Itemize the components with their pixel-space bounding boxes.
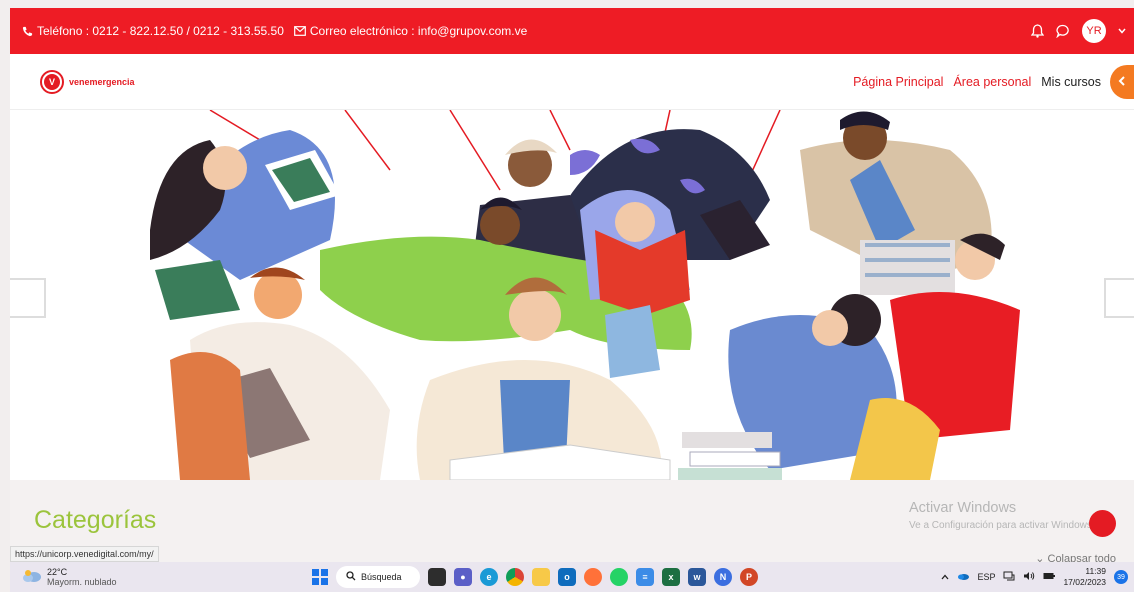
notification-badge[interactable]: 39 <box>1114 570 1128 584</box>
word-icon[interactable]: w <box>688 568 706 586</box>
categories-heading: Categorías <box>34 506 157 534</box>
contact-info: Teléfono : 0212 - 822.12.50 / 0212 - 313… <box>10 24 527 38</box>
system-tray: ESP 11:39 17/02/2023 39 <box>941 566 1134 588</box>
activate-title: Activar Windows <box>909 500 1017 516</box>
logo-mark: V <box>40 69 64 94</box>
phone-icon <box>22 26 33 37</box>
firefox-icon[interactable] <box>584 568 602 586</box>
reading-people-illustration <box>150 110 1020 480</box>
carousel-prev-button[interactable] <box>10 278 46 318</box>
edge-icon[interactable]: e <box>480 568 498 586</box>
notepad-icon[interactable]: ≡ <box>636 568 654 586</box>
email-text: Correo electrónico : info@grupov.com.ve <box>309 24 528 38</box>
task-view-icon[interactable] <box>428 568 446 586</box>
weather-condition: Mayorm. nublado <box>47 577 117 587</box>
chevron-down-icon[interactable] <box>1118 28 1126 34</box>
powerpoint-icon[interactable]: P <box>740 568 758 586</box>
language-indicator[interactable]: ESP <box>977 572 995 582</box>
categories-section: Categorías Activar Windows Ve a Configur… <box>10 480 1134 565</box>
main-navbar: V venemergencia Página Principal Área pe… <box>10 54 1134 110</box>
taskbar-clock[interactable]: 11:39 17/02/2023 <box>1063 566 1106 588</box>
envelope-icon <box>293 26 306 36</box>
excel-icon[interactable]: x <box>662 568 680 586</box>
clock-time: 11:39 <box>1085 566 1106 576</box>
contact-bar: Teléfono : 0212 - 822.12.50 / 0212 - 313… <box>10 8 1134 54</box>
teams-chat-icon[interactable]: ● <box>454 568 472 586</box>
weather-widget[interactable]: 22°C Mayorm. nublado <box>22 567 312 587</box>
windows-start-icon[interactable] <box>312 569 328 585</box>
bell-icon[interactable] <box>1031 24 1044 38</box>
network-icon[interactable] <box>1003 571 1015 583</box>
chat-icon[interactable] <box>1056 24 1070 38</box>
phone-text: Teléfono : 0212 - 822.12.50 / 0212 - 313… <box>37 24 284 38</box>
file-explorer-icon[interactable] <box>532 568 550 586</box>
onenote-icon[interactable]: N <box>714 568 732 586</box>
onedrive-icon[interactable] <box>957 572 970 582</box>
activate-subtitle: Ve a Configuración para activar Windows. <box>909 520 1095 531</box>
logo-letter: V <box>44 73 60 90</box>
drawer-toggle-button[interactable] <box>1110 64 1134 99</box>
temperature: 22°C <box>47 567 68 577</box>
chevron-left-icon <box>1118 75 1126 89</box>
windows-taskbar: 22°C Mayorm. nublado Búsqueda ● e o ≡ x … <box>10 562 1134 592</box>
carousel-next-button[interactable] <box>1104 278 1134 318</box>
taskbar-apps: Búsqueda ● e o ≡ x w N P <box>312 566 758 588</box>
search-icon <box>346 571 356 583</box>
chevron-up-icon[interactable] <box>941 572 949 582</box>
user-avatar[interactable]: YR <box>1082 19 1106 43</box>
battery-icon[interactable] <box>1043 572 1056 582</box>
brand-name: venemergencia <box>69 76 135 87</box>
whatsapp-icon[interactable] <box>610 568 628 586</box>
nav-link-personal-area[interactable]: Área personal <box>948 54 1036 109</box>
primary-nav: Página Principal Área personal Mis curso… <box>848 54 1134 109</box>
brand-logo[interactable]: V venemergencia <box>40 69 135 94</box>
outlook-icon[interactable]: o <box>558 568 576 586</box>
taskbar-search[interactable]: Búsqueda <box>336 566 420 588</box>
hero-carousel <box>10 110 1134 480</box>
volume-icon[interactable] <box>1023 571 1035 583</box>
floating-action-button[interactable] <box>1089 510 1116 537</box>
windows-activation-watermark: Activar Windows Ve a Configuración para … <box>909 500 1095 531</box>
chrome-icon[interactable] <box>506 568 524 586</box>
nav-link-my-courses[interactable]: Mis cursos <box>1036 54 1106 109</box>
nav-link-home[interactable]: Página Principal <box>848 54 948 109</box>
search-label: Búsqueda <box>361 572 402 582</box>
status-bar-url: https://unicorp.venedigital.com/my/ <box>10 546 159 562</box>
clock-date: 17/02/2023 <box>1063 577 1106 587</box>
cloud-icon <box>22 569 42 585</box>
